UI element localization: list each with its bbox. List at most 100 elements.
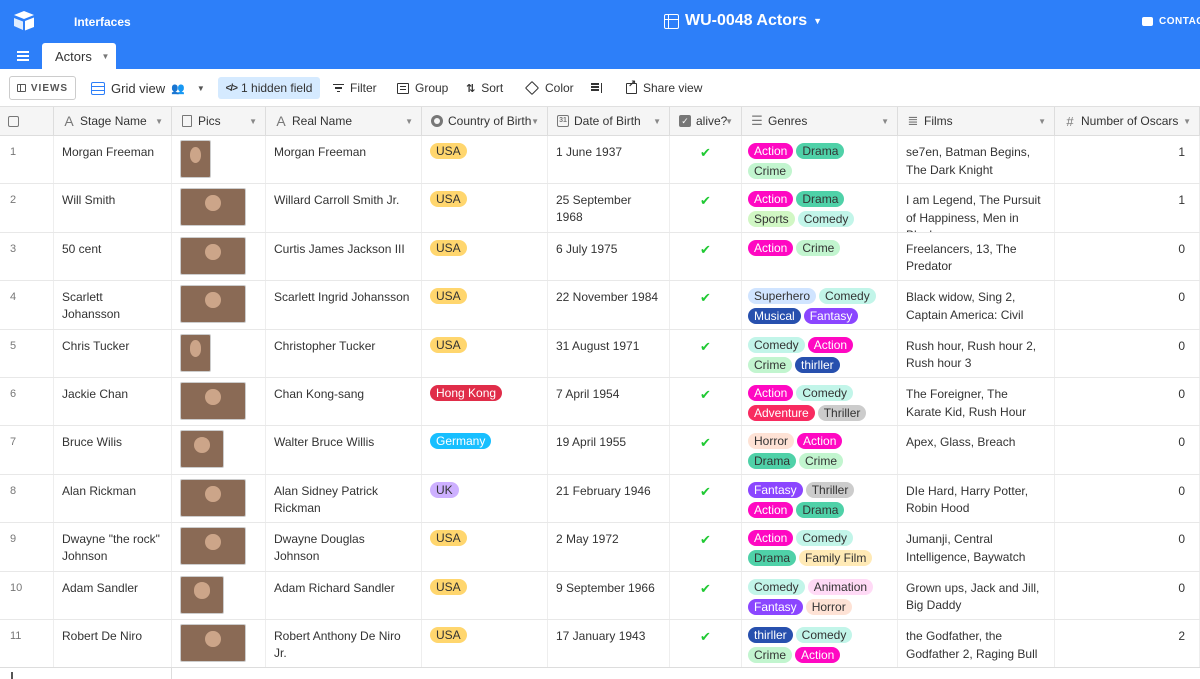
genres-cell[interactable]: Action Comedy Adventure Thriller (742, 378, 898, 426)
real-name-cell[interactable]: Scarlett Ingrid Johansson (266, 281, 422, 329)
pics-cell[interactable] (172, 281, 266, 329)
films-cell[interactable]: se7en, Batman Begins, The Dark Knight (898, 136, 1055, 184)
row-height-button[interactable] (591, 69, 602, 107)
actor-photo[interactable] (180, 333, 211, 372)
column-header-stage-name[interactable]: A Stage Name ▼ (54, 107, 172, 136)
pics-cell[interactable] (172, 474, 266, 523)
real-name-cell[interactable]: Robert Anthony De Niro Jr. (266, 620, 422, 668)
alive-cell[interactable]: ✔ (670, 232, 742, 281)
actor-photo[interactable] (180, 236, 246, 275)
airtable-logo-icon[interactable] (12, 10, 36, 32)
country-cell[interactable]: USA (422, 281, 548, 329)
table-row[interactable]: 7 Bruce Wilis Walter Bruce Willis Germany 19… (0, 426, 1200, 475)
table-row[interactable]: 8 Alan Rickman Alan Sidney Patrick Rickman… (0, 474, 1200, 524)
chevron-down-icon[interactable]: ▼ (1183, 117, 1191, 126)
column-header-dob[interactable]: 31 Date of Birth ▼ (548, 107, 670, 136)
actor-photo[interactable] (180, 140, 211, 178)
genres-cell[interactable]: Fantasy Thriller Action Drama (742, 474, 898, 523)
table-row[interactable]: 3 50 cent Curtis James Jackson III USA 6 Jul… (0, 232, 1200, 282)
pics-cell[interactable] (172, 232, 266, 281)
stage-name-cell[interactable]: Dwayne "the rock" Johnson (54, 523, 172, 571)
actor-photo[interactable] (180, 188, 246, 227)
films-cell[interactable]: The Foreigner, The Karate Kid, Rush Hour (898, 378, 1055, 426)
genres-cell[interactable]: Action DramaCrime (742, 136, 898, 184)
actor-photo[interactable] (180, 285, 246, 324)
dob-cell[interactable]: 22 November 1984 (548, 281, 670, 329)
chevron-down-icon[interactable]: ▼ (1038, 117, 1046, 126)
table-row[interactable]: 10 Adam Sandler Adam Richard Sandler USA 9 S… (0, 571, 1200, 620)
add-row-icon[interactable] (11, 672, 13, 679)
oscars-cell[interactable]: 0 (1055, 378, 1200, 426)
alive-cell[interactable]: ✔ (670, 378, 742, 426)
oscars-cell[interactable]: 0 (1055, 571, 1200, 619)
stage-name-cell[interactable]: Morgan Freeman (54, 136, 172, 184)
films-cell[interactable]: DIe Hard, Harry Potter, Robin Hood (898, 474, 1055, 523)
pics-cell[interactable] (172, 571, 266, 619)
real-name-cell[interactable]: Walter Bruce Willis (266, 426, 422, 474)
stage-name-cell[interactable]: 50 cent (54, 232, 172, 281)
color-button[interactable]: Color (524, 69, 574, 107)
chevron-down-icon[interactable]: ▼ (881, 117, 889, 126)
oscars-cell[interactable]: 0 (1055, 523, 1200, 571)
chevron-down-icon[interactable]: ▼ (653, 117, 661, 126)
dob-cell[interactable]: 1 June 1937 (548, 136, 670, 184)
actor-photo[interactable] (180, 575, 224, 614)
dob-cell[interactable]: 19 April 1955 (548, 426, 670, 474)
films-cell[interactable]: Grown ups, Jack and Jill, Big Daddy (898, 571, 1055, 619)
country-cell[interactable]: USA (422, 329, 548, 377)
real-name-cell[interactable]: Dwayne Douglas Johnson (266, 523, 422, 571)
filter-button[interactable]: Filter (333, 69, 377, 107)
genres-cell[interactable]: Comedy Action Crime thirller (742, 329, 898, 377)
dob-cell[interactable]: 6 July 1975 (548, 232, 670, 281)
alive-cell[interactable]: ✔ (670, 329, 742, 377)
column-header-pics[interactable]: Pics ▼ (172, 107, 266, 136)
dob-cell[interactable]: 25 September 1968 (548, 184, 670, 232)
tab-actors[interactable]: Actors ▼ (42, 43, 116, 69)
country-cell[interactable]: USA (422, 571, 548, 619)
stage-name-cell[interactable]: Alan Rickman (54, 474, 172, 523)
interfaces-link[interactable]: Interfaces (74, 15, 131, 29)
films-cell[interactable]: Black widow, Sing 2, Captain America: Ci… (898, 281, 1055, 329)
stage-name-cell[interactable]: Bruce Wilis (54, 426, 172, 474)
genres-cell[interactable]: Action Crime (742, 232, 898, 281)
real-name-cell[interactable]: Adam Richard Sandler (266, 571, 422, 619)
views-button[interactable]: VIEWS (9, 76, 76, 100)
table-row[interactable]: 9 Dwayne "the rock" Johnson Dwayne Douglas… (0, 523, 1200, 572)
oscars-cell[interactable]: 0 (1055, 474, 1200, 523)
pics-cell[interactable] (172, 523, 266, 571)
contact-button[interactable]: CONTAC (1142, 16, 1200, 27)
group-button[interactable]: Group (397, 69, 448, 107)
alive-cell[interactable]: ✔ (670, 281, 742, 329)
pics-cell[interactable] (172, 426, 266, 474)
alive-cell[interactable]: ✔ (670, 474, 742, 523)
column-header-films[interactable]: ≣ Films ▼ (898, 107, 1055, 136)
stage-name-cell[interactable]: Robert De Niro (54, 620, 172, 668)
checkbox-icon[interactable] (8, 115, 19, 127)
oscars-cell[interactable]: 1 (1055, 136, 1200, 184)
alive-cell[interactable]: ✔ (670, 571, 742, 619)
country-cell[interactable]: Hong Kong (422, 378, 548, 426)
genres-cell[interactable]: Comedy AnimationFantasy Horror (742, 571, 898, 619)
table-row[interactable]: 11 Robert De Niro Robert Anthony De Niro J… (0, 620, 1200, 669)
films-cell[interactable]: the Godfather, the Godfather 2, Raging B… (898, 620, 1055, 668)
films-cell[interactable]: Apex, Glass, Breach (898, 426, 1055, 474)
oscars-cell[interactable]: 1 (1055, 184, 1200, 232)
share-view-button[interactable]: Share view (626, 69, 702, 107)
table-row[interactable]: 5 Chris Tucker Christopher Tucker USA 31 Aug… (0, 329, 1200, 378)
table-row[interactable]: 4 Scarlett Johansson Scarlett Ingrid Johan… (0, 281, 1200, 330)
select-all-header[interactable] (0, 107, 54, 136)
pics-cell[interactable] (172, 378, 266, 426)
oscars-cell[interactable]: 0 (1055, 232, 1200, 281)
actor-photo[interactable] (180, 430, 224, 469)
chevron-down-icon[interactable]: ▼ (249, 117, 257, 126)
country-cell[interactable]: Germany (422, 426, 548, 474)
pics-cell[interactable] (172, 620, 266, 668)
dob-cell[interactable]: 2 May 1972 (548, 523, 670, 571)
sort-button[interactable]: ⇅ Sort (466, 69, 503, 107)
chevron-down-icon[interactable]: ▼ (725, 117, 733, 126)
actor-photo[interactable] (180, 382, 246, 420)
view-switcher[interactable]: Grid view 👥 ▼ (91, 69, 205, 107)
column-header-real-name[interactable]: A Real Name ▼ (266, 107, 422, 136)
films-cell[interactable]: Jumanji, Central Intelligence, Baywatch (898, 523, 1055, 571)
genres-cell[interactable]: Superhero Comedy Musical Fantasy (742, 281, 898, 329)
